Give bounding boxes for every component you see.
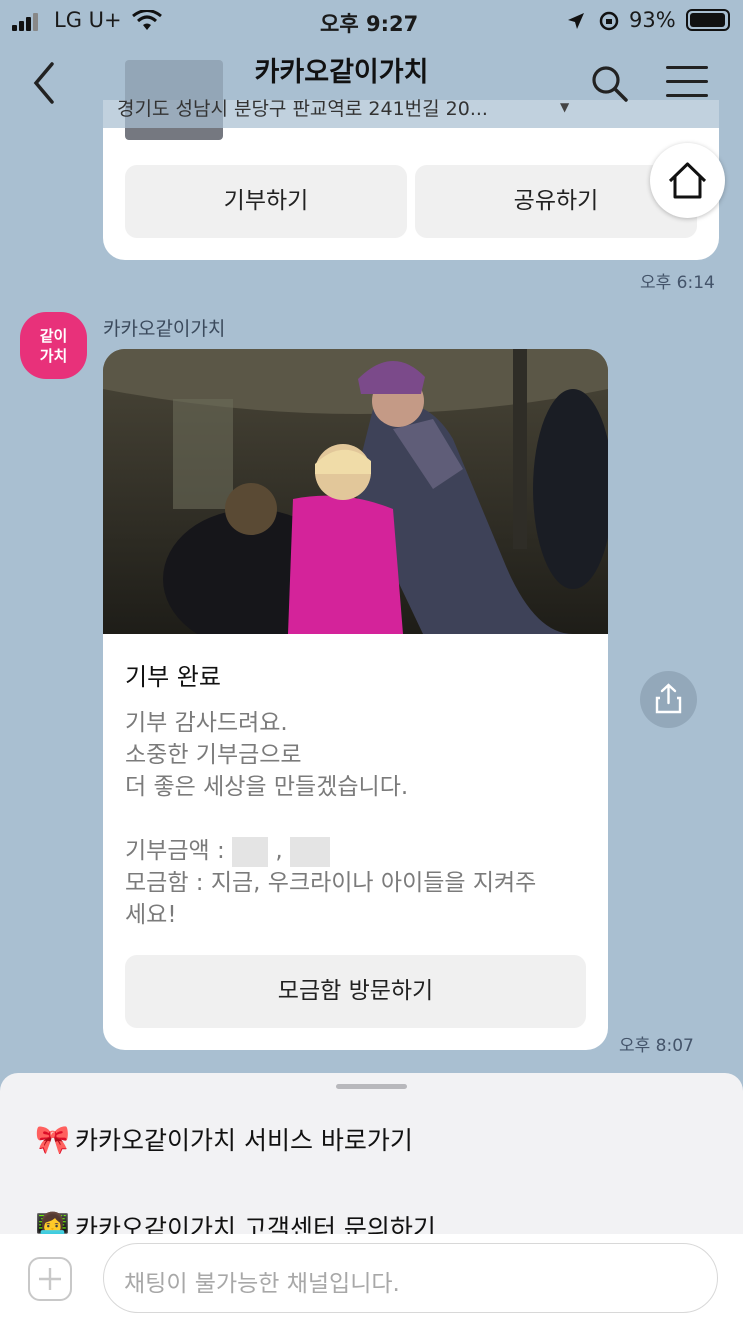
chat-input-bar: 채팅이 불가능한 채널입니다. bbox=[0, 1234, 743, 1322]
menu-item-service-shortcut[interactable]: 🎀 카카오같이가치 서비스 바로가기 bbox=[35, 1121, 413, 1157]
sheet-drag-handle[interactable] bbox=[336, 1084, 407, 1089]
redacted-amount bbox=[232, 836, 269, 867]
wifi-icon bbox=[132, 10, 162, 30]
search-icon[interactable] bbox=[590, 64, 630, 104]
plus-icon bbox=[39, 1268, 61, 1290]
home-button[interactable] bbox=[650, 143, 725, 218]
donation-complete-card: 기부 완료 기부 감사드려요. 소중한 기부금으로 더 좋은 세상을 만들겠습니… bbox=[103, 349, 608, 1050]
card-body: 기부 감사드려요. 소중한 기부금으로 더 좋은 세상을 만들겠습니다. 기부금… bbox=[125, 710, 537, 928]
share-message-button[interactable] bbox=[640, 671, 697, 728]
message-time: 오후 6:14 bbox=[640, 273, 715, 293]
visit-fundraiser-button[interactable]: 모금함 방문하기 bbox=[125, 955, 586, 1028]
home-icon bbox=[668, 162, 707, 199]
attach-plus-button[interactable] bbox=[28, 1257, 72, 1301]
chat-header: 카카오같이가치 경기도 성남시 분당구 판교역로 241번길 20... ▼ bbox=[0, 42, 743, 128]
battery-percent: 93% bbox=[629, 8, 676, 32]
donate-button[interactable]: 기부하기 bbox=[125, 165, 407, 238]
location-icon bbox=[568, 13, 584, 29]
share-icon bbox=[655, 683, 682, 714]
ribbon-icon: 🎀 bbox=[35, 1123, 70, 1156]
message-time: 오후 8:07 bbox=[619, 1036, 694, 1056]
page-title: 카카오같이가치 bbox=[254, 57, 429, 88]
signal-icon bbox=[12, 12, 40, 31]
clock: 오후 9:27 bbox=[320, 12, 419, 36]
chat-input[interactable]: 채팅이 불가능한 채널입니다. bbox=[103, 1243, 718, 1313]
redacted-amount bbox=[289, 836, 330, 867]
channel-avatar[interactable]: 같이 가치 bbox=[20, 312, 87, 379]
card-photo bbox=[103, 349, 608, 634]
status-bar: LG U+ 오후 9:27 93% bbox=[0, 0, 743, 42]
caret-down-icon[interactable]: ▼ bbox=[560, 100, 569, 114]
channel-address[interactable]: 경기도 성남시 분당구 판교역로 241번길 20... bbox=[117, 94, 488, 121]
sender-name: 카카오같이가치 bbox=[103, 318, 226, 340]
battery-icon bbox=[686, 9, 730, 31]
card-title: 기부 완료 bbox=[125, 663, 221, 691]
carrier-label: LG U+ bbox=[54, 8, 122, 32]
donation-amount-row: 기부금액 : , bbox=[125, 835, 536, 867]
input-placeholder: 채팅이 불가능한 채널입니다. bbox=[124, 1271, 400, 1297]
rotation-lock-icon bbox=[599, 11, 619, 31]
hamburger-menu-icon[interactable] bbox=[666, 66, 708, 102]
